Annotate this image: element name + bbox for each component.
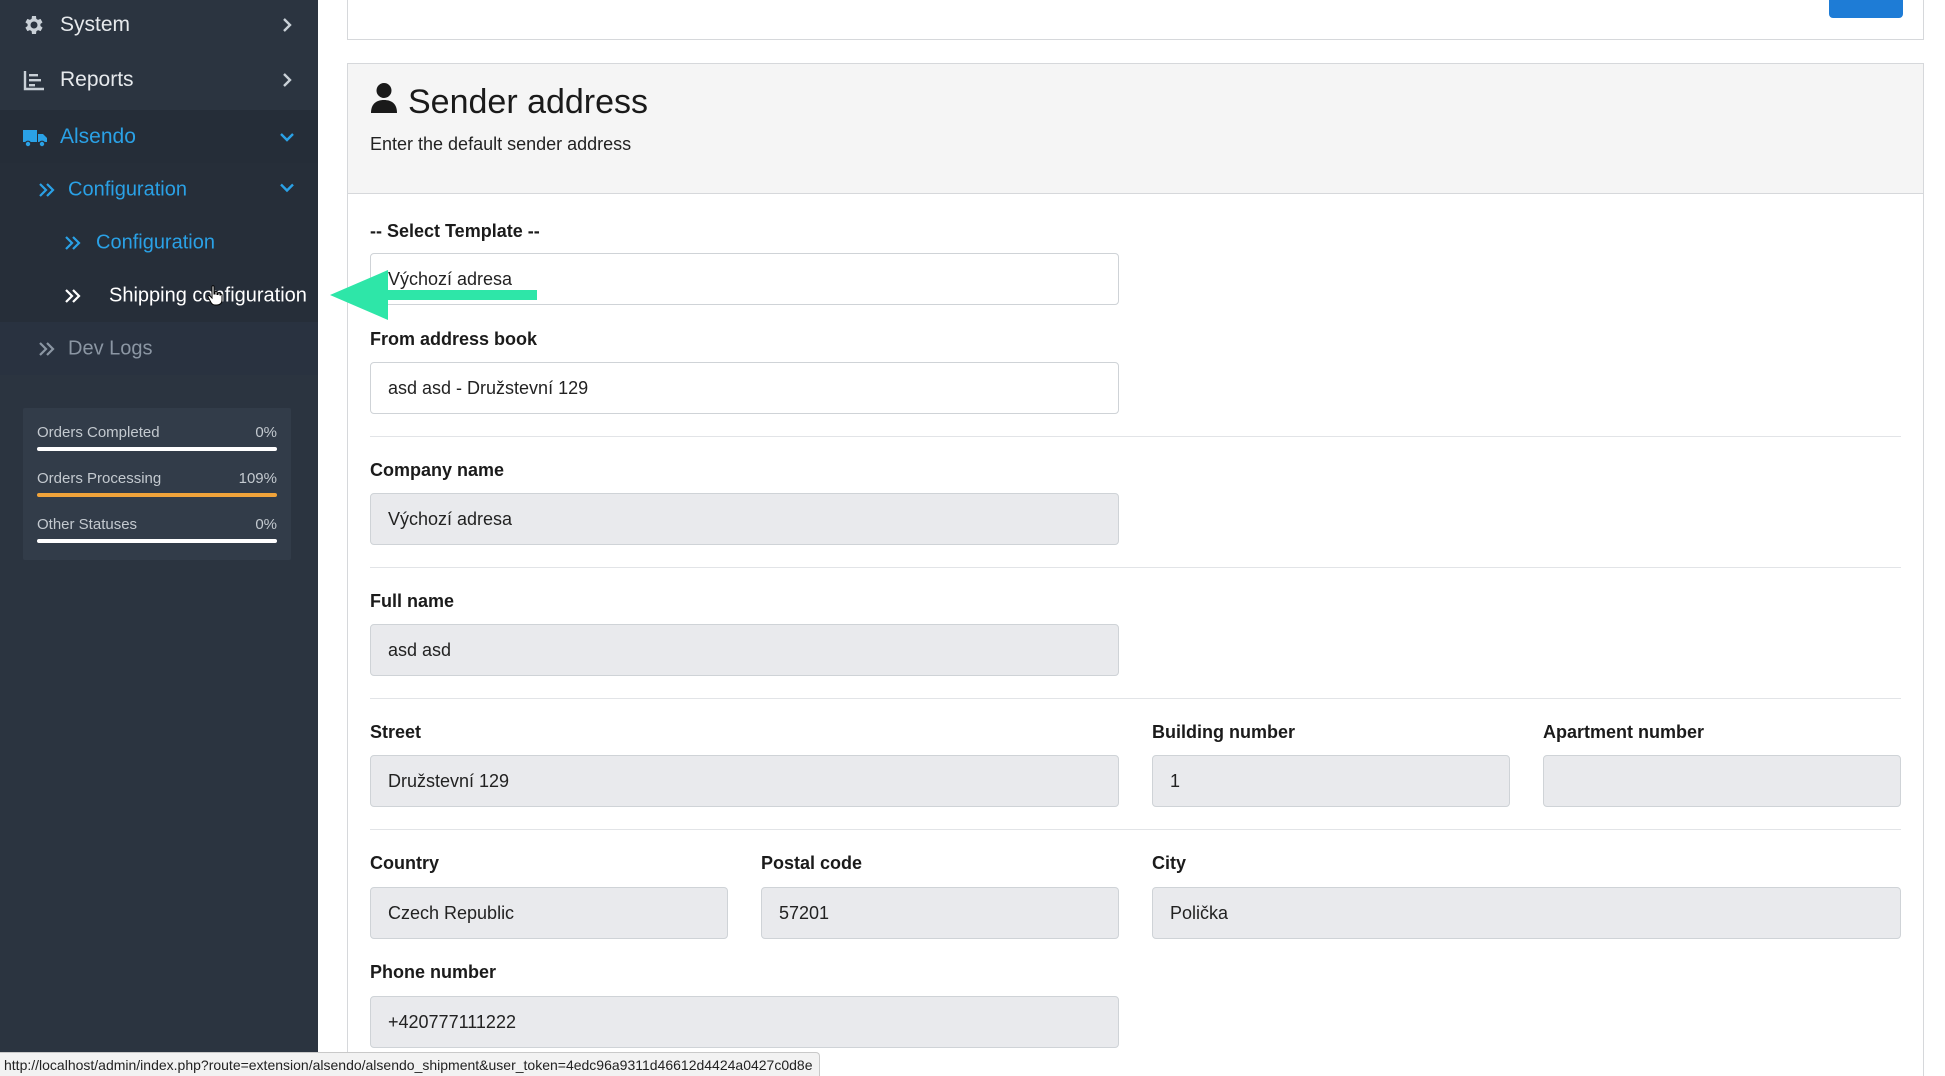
order-stats-panel: Orders Completed 0% Orders Processing 10… (23, 408, 291, 560)
bar-chart-icon (22, 68, 46, 92)
sidebar-item-reports[interactable]: Reports (0, 53, 318, 106)
card-title: Sender address (370, 82, 648, 123)
stat-label: Orders Processing (37, 470, 162, 487)
divider (370, 567, 1901, 568)
progress-fill (37, 493, 277, 497)
building-number-label: Building number (1152, 722, 1295, 742)
card-header: Sender address Enter the default sender … (348, 64, 1923, 194)
double-chevron-right-icon (64, 234, 82, 252)
country-label: Country (370, 853, 439, 873)
stat-label: Orders Completed (37, 424, 160, 441)
city-field[interactable]: Polička (1152, 887, 1901, 939)
city-label: City (1152, 853, 1187, 873)
double-chevron-right-icon (38, 340, 56, 358)
card-title-text: Sender address (408, 83, 649, 121)
sidebar-item-alsendo[interactable]: Alsendo (0, 110, 318, 163)
stat-value: 0% (255, 516, 277, 533)
progress-track (37, 447, 277, 451)
full-name-field[interactable]: asd asd (370, 624, 1119, 676)
sidebar-item-dev-logs[interactable]: Dev Logs (0, 322, 318, 375)
sender-address-card: Sender address Enter the default sender … (347, 63, 1924, 1076)
sidebar-item-label: Reports (60, 67, 134, 91)
save-button[interactable] (1829, 0, 1903, 18)
divider (370, 698, 1901, 699)
card-subtitle: Enter the default sender address (370, 134, 632, 154)
stat-value: 0% (255, 424, 277, 441)
postal-code-field[interactable]: 57201 (761, 887, 1119, 939)
stat-orders-completed: Orders Completed 0% (37, 420, 277, 464)
sidebar-item-label: Configuration (68, 178, 187, 200)
hand-cursor-icon (207, 285, 223, 312)
phone-number-label: Phone number (370, 962, 497, 982)
progress-track (37, 493, 277, 497)
chevron-down-icon (280, 180, 294, 199)
divider (370, 436, 1901, 437)
postal-code-label: Postal code (761, 853, 863, 873)
gear-icon (22, 13, 46, 37)
stat-orders-processing: Orders Processing 109% (37, 466, 277, 510)
sidebar-item-shipping-configuration[interactable]: Shipping configuration (0, 269, 318, 322)
address-book-label: From address book (370, 329, 538, 349)
street-field[interactable]: Družstevní 129 (370, 755, 1119, 807)
user-icon (370, 82, 398, 123)
double-chevron-right-icon (38, 181, 56, 199)
apartment-number-field[interactable] (1543, 755, 1901, 807)
sidebar-item-label: Alsendo (60, 124, 136, 148)
street-label: Street (370, 722, 422, 742)
stat-label: Other Statuses (37, 516, 138, 533)
progress-track (37, 539, 277, 543)
sidebar-item-label: Dev Logs (68, 337, 153, 359)
stat-value: 109% (238, 470, 277, 487)
phone-number-field[interactable]: +420777111222 (370, 996, 1119, 1048)
chevron-down-icon (280, 130, 294, 144)
sidebar-item-label: System (60, 12, 131, 36)
sidebar-item-configuration-group[interactable]: Configuration (0, 163, 318, 216)
chevron-right-icon (280, 72, 294, 87)
sidebar-item-label: Configuration (96, 231, 215, 253)
sidebar: System Reports Alsendo Configuration Con… (0, 0, 318, 1076)
address-book-select[interactable]: asd asd - Družstevní 129 (370, 362, 1119, 414)
sidebar-item-configuration[interactable]: Configuration (0, 216, 318, 269)
truck-icon (22, 125, 47, 149)
divider (370, 829, 1901, 830)
building-number-field[interactable]: 1 (1152, 755, 1510, 807)
company-name-field[interactable]: Výchozí adresa (370, 493, 1119, 545)
select-template-label: -- Select Template -- (370, 221, 540, 241)
apartment-number-label: Apartment number (1543, 722, 1705, 742)
chevron-right-icon (280, 17, 294, 32)
sidebar-item-system[interactable]: System (0, 0, 318, 51)
browser-status-bar: http://localhost/admin/index.php?route=e… (0, 1052, 820, 1076)
double-chevron-right-icon (64, 287, 82, 305)
company-name-label: Company name (370, 460, 505, 480)
stat-other-statuses: Other Statuses 0% (37, 512, 277, 556)
full-name-label: Full name (370, 591, 455, 611)
top-card (347, 0, 1924, 40)
annotation-arrow-icon (330, 270, 540, 325)
country-field[interactable]: Czech Republic (370, 887, 728, 939)
